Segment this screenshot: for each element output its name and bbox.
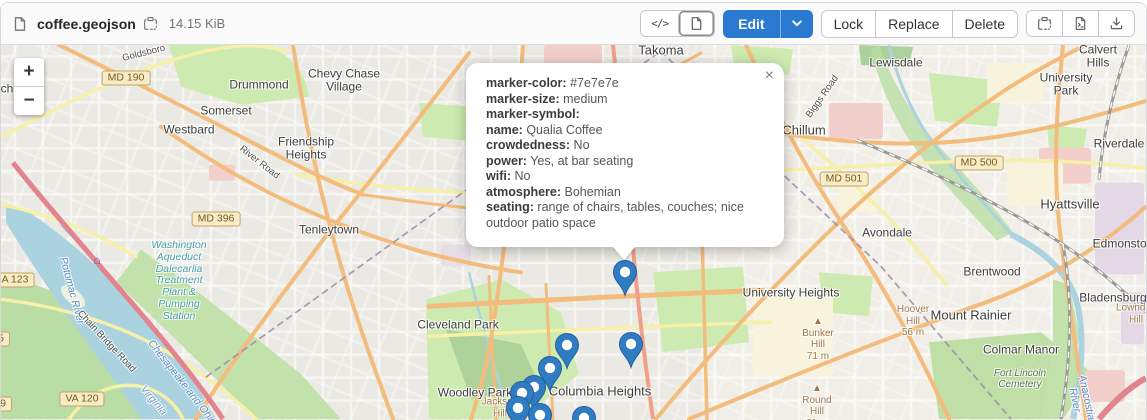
zoom-out-button[interactable]: − bbox=[14, 87, 44, 115]
property-key: atmosphere: bbox=[486, 185, 561, 199]
property-key: marker-size: bbox=[486, 92, 560, 106]
feature-popup: × marker-color: #7e7e7emarker-size: medi… bbox=[466, 63, 784, 247]
file-viewer: coffee.geojson 14.15 KiB </> Edit Lock R… bbox=[0, 2, 1147, 420]
download-button[interactable] bbox=[1098, 11, 1134, 36]
popup-property-row: marker-symbol: bbox=[486, 107, 764, 123]
route-shield: A 123 bbox=[1, 273, 34, 288]
open-raw-button[interactable] bbox=[1062, 11, 1098, 36]
property-value: medium bbox=[563, 92, 607, 106]
property-value: #7e7e7e bbox=[570, 76, 619, 90]
property-key: crowdedness: bbox=[486, 138, 570, 152]
popup-property-row: crowdedness: No bbox=[486, 138, 764, 154]
copy-path-icon[interactable] bbox=[143, 16, 158, 31]
edit-button[interactable]: Edit bbox=[723, 10, 779, 38]
route-shield: MD 500 bbox=[955, 156, 1004, 171]
property-value: No bbox=[514, 169, 530, 183]
map-zoom-control: + − bbox=[14, 58, 44, 115]
property-key: marker-color: bbox=[486, 76, 567, 90]
popup-tail bbox=[613, 247, 635, 260]
property-value: Bohemian bbox=[565, 185, 621, 199]
rendered-view-icon bbox=[689, 16, 704, 31]
zoom-in-button[interactable]: + bbox=[14, 58, 44, 87]
route-shield: MD 190 bbox=[102, 71, 151, 86]
route-shield: MD 501 bbox=[820, 172, 869, 187]
code-view-button[interactable]: </> bbox=[641, 11, 678, 36]
popup-property-row: marker-color: #7e7e7e bbox=[486, 76, 764, 92]
open-raw-icon bbox=[1073, 16, 1088, 31]
view-toggle-group: </> bbox=[640, 10, 715, 37]
geojson-map[interactable]: TakomachDrummondChevy Chase VillageSomer… bbox=[1, 45, 1146, 420]
popup-close-icon[interactable]: × bbox=[765, 68, 774, 84]
map-marker[interactable] bbox=[527, 402, 553, 420]
property-value: Yes, at bar seating bbox=[530, 154, 633, 168]
property-key: name: bbox=[486, 123, 523, 137]
map-marker[interactable] bbox=[618, 331, 644, 369]
copy-contents-icon bbox=[1037, 16, 1052, 31]
property-value: Qualia Coffee bbox=[526, 123, 602, 137]
popup-property-row: marker-size: medium bbox=[486, 92, 764, 108]
edit-split-button: Edit bbox=[723, 10, 812, 38]
replace-button[interactable]: Replace bbox=[875, 11, 951, 37]
popup-property-row: atmosphere: Bohemian bbox=[486, 185, 764, 201]
file-header-bar: coffee.geojson 14.15 KiB </> Edit Lock R… bbox=[1, 3, 1146, 45]
file-action-group: Lock Replace Delete bbox=[821, 10, 1018, 38]
property-key: wifi: bbox=[486, 169, 511, 183]
map-marker[interactable] bbox=[612, 259, 638, 297]
delete-button[interactable]: Delete bbox=[952, 11, 1017, 37]
copy-contents-button[interactable] bbox=[1027, 11, 1062, 36]
property-value: No bbox=[574, 138, 590, 152]
map-marker[interactable] bbox=[571, 405, 597, 420]
file-name: coffee.geojson bbox=[37, 16, 136, 32]
route-shield: VA 120 bbox=[59, 392, 104, 407]
popup-properties: marker-color: #7e7e7emarker-size: medium… bbox=[486, 76, 764, 231]
code-view-icon: </> bbox=[651, 17, 668, 30]
icon-action-group bbox=[1026, 10, 1135, 37]
file-size: 14.15 KiB bbox=[169, 16, 225, 31]
file-icon bbox=[12, 16, 28, 32]
route-shield: MD 396 bbox=[192, 212, 241, 227]
popup-property-row: wifi: No bbox=[486, 169, 764, 185]
property-key: seating: bbox=[486, 200, 534, 214]
chevron-down-icon bbox=[792, 20, 802, 27]
property-key: power: bbox=[486, 154, 527, 168]
route-shield: 9 bbox=[1, 397, 12, 412]
toolbar-actions: </> Edit Lock Replace Delete bbox=[640, 10, 1135, 38]
popup-property-row: name: Qualia Coffee bbox=[486, 123, 764, 139]
edit-dropdown-button[interactable] bbox=[780, 10, 813, 38]
download-icon bbox=[1109, 16, 1124, 31]
lock-button[interactable]: Lock bbox=[822, 11, 876, 37]
rendered-view-button[interactable] bbox=[678, 11, 714, 36]
landmark-icon: ⌂ bbox=[93, 253, 100, 267]
popup-property-row: seating: range of chairs, tables, couche… bbox=[486, 200, 764, 231]
popup-property-row: power: Yes, at bar seating bbox=[486, 154, 764, 170]
route-shield: 5 bbox=[1, 332, 10, 347]
property-key: marker-symbol: bbox=[486, 107, 580, 121]
